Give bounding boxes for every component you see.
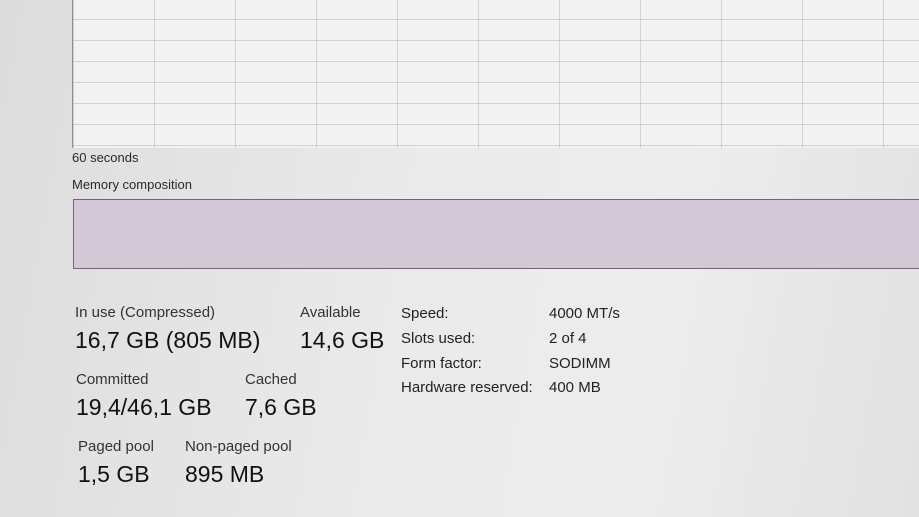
stat-in-use: In use (Compressed) 16,7 GB (805 MB) [75,304,260,354]
stat-non-paged-pool-value: 895 MB [185,461,265,487]
stat-committed-label: Committed [76,371,149,388]
detail-speed-label: Speed: [401,305,449,322]
detail-form-factor-value: SODIMM [549,355,611,372]
stat-available-label: Available [300,304,361,321]
detail-hardware-reserved-value: 400 MB [549,379,601,396]
stat-cached-label: Cached [245,371,297,388]
memory-usage-graph [72,0,919,148]
memory-composition-label: Memory composition [72,177,192,192]
stat-in-use-label: In use (Compressed) [75,304,216,321]
memory-composition-bar [73,199,919,269]
stat-committed-value: 19,4/46,1 GB [76,394,212,420]
stat-paged-pool: Paged pool 1,5 GB [78,438,154,488]
stat-cached-value: 7,6 GB [245,394,317,420]
stat-committed: Committed 19,4/46,1 GB [76,371,212,421]
detail-slots-value: 2 of 4 [549,330,587,347]
detail-hardware-reserved-label: Hardware reserved: [401,379,533,396]
detail-speed-value: 4000 MT/s [549,305,620,322]
detail-form-factor-label: Form factor: [401,355,482,372]
stat-available-value: 14,6 GB [300,327,385,353]
stat-non-paged-pool-label: Non-paged pool [185,438,292,455]
stat-non-paged-pool: Non-paged pool 895 MB [185,438,292,488]
detail-slots-label: Slots used: [401,330,476,347]
stat-paged-pool-label: Paged pool [78,438,154,455]
stat-cached: Cached 7,6 GB [245,371,317,421]
stat-paged-pool-value: 1,5 GB [78,461,150,487]
stat-in-use-value: 16,7 GB (805 MB) [75,327,261,353]
graph-time-label: 60 seconds [72,150,139,165]
stat-available: Available 14,6 GB [300,304,384,354]
